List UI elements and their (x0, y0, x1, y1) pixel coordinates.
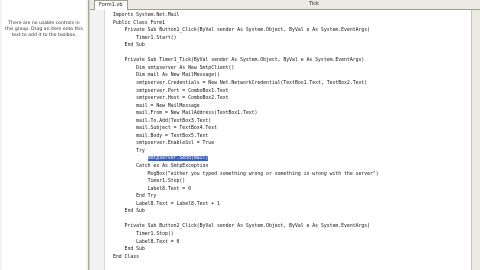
code-text: Private Sub Timer1_Tick(ByVal sender As … (113, 58, 365, 64)
code-text: End Class (113, 254, 139, 260)
code-text: Label8.Text = Label8.Text + 1 (113, 201, 220, 207)
code-line[interactable]: smtpserver.Credentials = New Net.Network… (90, 80, 480, 87)
toolbox-area[interactable] (2, 0, 86, 270)
tab-form1-code[interactable]: Form1.vb (94, 0, 128, 10)
code-text: mail.To.Add(TextBox3.Text) (113, 118, 212, 124)
code-text: Public Class Form1 (113, 20, 165, 26)
code-text: mail = New MailMessage (113, 103, 200, 109)
code-line[interactable]: End Sub (90, 208, 480, 215)
code-text: End Sub (113, 43, 145, 49)
code-text: mail.From = New MailAddress(TextBox1.Tex… (113, 111, 258, 117)
code-line[interactable]: smtpserver.Send(mail) (90, 155, 480, 162)
code-text: mail.Subject = TextBox4.Text (113, 126, 217, 132)
code-text: Timer1.Start() (113, 35, 177, 41)
code-line[interactable]: End Class (90, 254, 480, 261)
code-line[interactable]: Private Sub Timer1_Tick(ByVal sender As … (90, 57, 480, 64)
code-text: Label8.Text = 0 (113, 239, 180, 245)
code-text: Private Sub Button2_Click(ByVal sender A… (113, 224, 371, 230)
code-line[interactable]: mail.Body = TextBox5.Text (90, 133, 480, 140)
code-line[interactable]: Label8.Text = Label8.Text + 1 (90, 201, 480, 208)
code-text: Timer1.Stop() (113, 179, 186, 185)
code-text: smtpserver.Host = ComboBox2.Text (113, 96, 229, 102)
code-line[interactable] (90, 216, 480, 223)
code-text: Catch ex As SmtpException (113, 164, 209, 169)
code-line[interactable]: smtpserver.EnableSsl = True (90, 140, 480, 147)
code-line[interactable]: Private Sub Button1_Click(ByVal sender A… (90, 27, 480, 34)
code-text: End Sub (113, 209, 145, 215)
code-text: Imports System.Net.Mail (113, 13, 180, 18)
code-line[interactable]: Label8.Text = 0 (90, 239, 480, 246)
code-line[interactable] (90, 50, 480, 57)
code-line[interactable]: Label8.Text = 0 (90, 186, 480, 193)
code-line[interactable]: End Sub (90, 42, 480, 49)
code-line[interactable]: mail.To.Add(TextBox3.Text) (90, 118, 480, 125)
code-line[interactable]: Timer1.Stop() (90, 231, 480, 238)
code-line[interactable]: smtpserver.Host = ComboBox2.Text (90, 95, 480, 102)
code-text: smtpserver.Send(mail) (113, 155, 209, 162)
code-text: Try (113, 148, 145, 154)
code-text: smtpserver.EnableSsl = True (113, 141, 215, 147)
code-line[interactable]: Private Sub Button2_Click(ByVal sender A… (90, 223, 480, 230)
code-text: smtpserver.Credentials = New Net.Network… (113, 80, 368, 86)
code-text: Private Sub Button1_Click(ByVal sender A… (113, 28, 371, 34)
code-text: MsgBox("either you typed something wrong… (113, 171, 379, 177)
code-text: Dim mail As New MailMessage() (113, 73, 220, 79)
code-text: Label8.Text = 0 (113, 186, 191, 192)
code-line[interactable]: Imports System.Net.Mail (90, 12, 480, 19)
code-line[interactable]: Try (90, 148, 480, 155)
code-line[interactable]: Dim mail As New MailMessage() (90, 72, 480, 79)
tab-strip: Form1.vb Tick (90, 0, 480, 10)
code-text: mail.Body = TextBox5.Text (113, 133, 209, 139)
code-line[interactable]: Timer1.Start() (90, 35, 480, 42)
code-editor[interactable]: Imports System.Net.Mail Public Class Form… (90, 10, 480, 270)
code-text: Dim smtpserver As New SmtpClient() (113, 65, 235, 71)
code-line[interactable]: smtpserver.Port = ComboBox1.Text (90, 88, 480, 95)
code-line[interactable]: Timer1.Stop() (90, 178, 480, 185)
code-line[interactable]: mail = New MailMessage (90, 103, 480, 110)
code-line[interactable]: mail.From = New MailAddress(TextBox1.Tex… (90, 110, 480, 117)
code-line[interactable]: End Sub (90, 246, 480, 253)
code-line[interactable]: MsgBox("either you typed something wrong… (90, 171, 480, 178)
code-line[interactable]: Public Class Form1 (90, 20, 480, 27)
vertical-scrollbar[interactable] (471, 10, 480, 270)
toolbox-panel: There are no usable controls in this gro… (0, 0, 89, 270)
selected-text: smtpserver.Send(mail) (147, 156, 209, 162)
toolbox-empty-message: There are no usable controls in this gro… (5, 21, 83, 38)
code-text: End Try (113, 194, 157, 200)
code-line[interactable]: Catch ex As SmtpException (90, 163, 480, 170)
code-line[interactable]: mail.Subject = TextBox4.Text (90, 125, 480, 132)
tab-method-dropdown[interactable]: Tick (305, 0, 323, 9)
code-text: smtpserver.Port = ComboBox1.Text (113, 88, 229, 94)
code-text: End Sub (113, 247, 145, 253)
code-line[interactable]: End Try (90, 193, 480, 200)
code-line[interactable]: Dim smtpserver As New SmtpClient() (90, 65, 480, 72)
code-text: Timer1.Stop() (113, 231, 174, 237)
